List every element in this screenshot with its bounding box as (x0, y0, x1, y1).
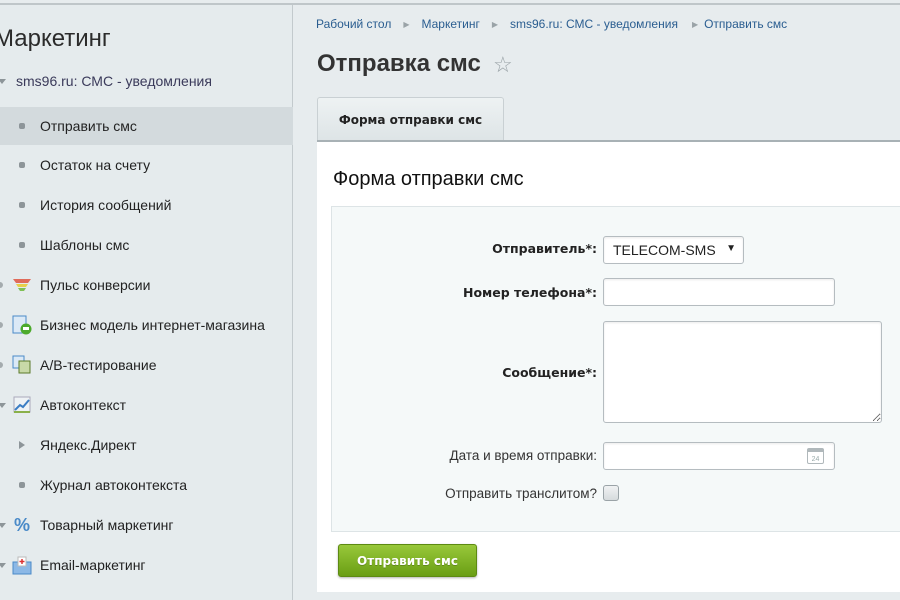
chart-icon (12, 395, 32, 415)
collapsed-dot-icon (0, 362, 3, 368)
sidebar-item-email-marketing[interactable]: Email-маркетинг (0, 546, 293, 584)
bullet-icon (19, 162, 25, 168)
breadcrumb-sms96[interactable]: sms96.ru: СМС - уведомления (510, 17, 678, 32)
sidebar-item-templates[interactable]: Шаблоны смс (0, 226, 293, 264)
sidebar-item-send-sms[interactable]: Отправить смс (0, 107, 293, 145)
sidebar-item-balance[interactable]: Остаток на счету (0, 146, 293, 184)
expand-triangle-icon[interactable] (0, 562, 6, 568)
expand-triangle-icon[interactable] (0, 522, 6, 528)
arrow-right-icon[interactable] (19, 441, 25, 449)
collapsed-dot-icon (0, 282, 3, 288)
chevron-down-icon: ▼ (726, 243, 736, 254)
sidebar-item-business-model[interactable]: Бизнес модель интернет-магазина (0, 306, 293, 344)
sidebar: Маркетинг sms96.ru: СМС - уведомления От… (0, 5, 293, 600)
breadcrumb-marketing[interactable]: Маркетинг (421, 17, 479, 32)
expand-triangle-icon[interactable] (0, 78, 6, 84)
funnel-icon (12, 275, 32, 295)
date-label: Дата и время отправки: (449, 448, 597, 463)
breadcrumb-separator-icon: ▶ (403, 20, 410, 29)
sidebar-item-autocontext[interactable]: Автоконтекст (0, 386, 293, 424)
bullet-icon (19, 123, 25, 129)
breadcrumb-send-sms[interactable]: Отправить смс (704, 17, 787, 32)
sender-label: Отправитель*: (492, 241, 597, 256)
sidebar-item-yandex-direct[interactable]: Яндекс.Директ (0, 426, 293, 464)
sender-value: TELECOM-SMS (613, 242, 716, 258)
sidebar-item-product-marketing[interactable]: % Товарный маркетинг (0, 506, 293, 544)
translit-label: Отправить транслитом? (445, 486, 597, 501)
phone-label: Номер телефона*: (463, 285, 597, 300)
ab-test-icon (12, 355, 32, 375)
expand-triangle-icon[interactable] (0, 402, 6, 408)
sidebar-item-sms96[interactable]: sms96.ru: СМС - уведомления (0, 62, 293, 100)
breadcrumb-separator-icon: ▶ (491, 20, 498, 29)
message-textarea[interactable] (603, 321, 882, 423)
page-title: Отправка смс (317, 50, 481, 77)
send-sms-button[interactable]: Отправить смс (338, 544, 477, 577)
breadcrumb-separator-icon: ▶ (691, 20, 699, 29)
email-icon (12, 555, 32, 575)
percent-icon: % (13, 514, 30, 535)
form-panel: Форма отправки смс Отправитель*: TELECOM… (317, 140, 900, 592)
phone-input[interactable] (603, 278, 835, 306)
breadcrumb-desktop[interactable]: Рабочий стол (316, 17, 391, 32)
sidebar-item-ab-testing[interactable]: A/B-тестирование (0, 346, 293, 384)
sidebar-item-autocontext-log[interactable]: Журнал автоконтекста (0, 466, 293, 504)
translit-checkbox[interactable] (603, 485, 619, 501)
sidebar-item-history[interactable]: История сообщений (0, 186, 293, 224)
collapsed-dot-icon (0, 322, 3, 328)
sidebar-item-conversion-pulse[interactable]: Пульс конверсии (0, 266, 293, 304)
bullet-icon (19, 482, 25, 488)
message-label: Сообщение*: (502, 365, 597, 380)
breadcrumb: Рабочий стол ▶ Маркетинг ▶ sms96.ru: СМС -… (316, 17, 787, 32)
tab-send-form[interactable]: Форма отправки смс (317, 97, 504, 141)
bullet-icon (19, 242, 25, 248)
bullet-icon (19, 202, 25, 208)
favorite-star-icon[interactable]: ☆ (493, 52, 513, 78)
sidebar-title: Маркетинг (0, 25, 111, 52)
calendar-icon[interactable]: 24 (807, 448, 824, 464)
business-model-icon (12, 315, 32, 335)
form-heading: Форма отправки смс (333, 168, 524, 190)
form-box: Отправитель*: TELECOM-SMS ▼ Номер телефон… (331, 206, 900, 532)
sender-select[interactable]: TELECOM-SMS ▼ (603, 236, 744, 264)
date-input[interactable]: 24 (603, 442, 835, 470)
